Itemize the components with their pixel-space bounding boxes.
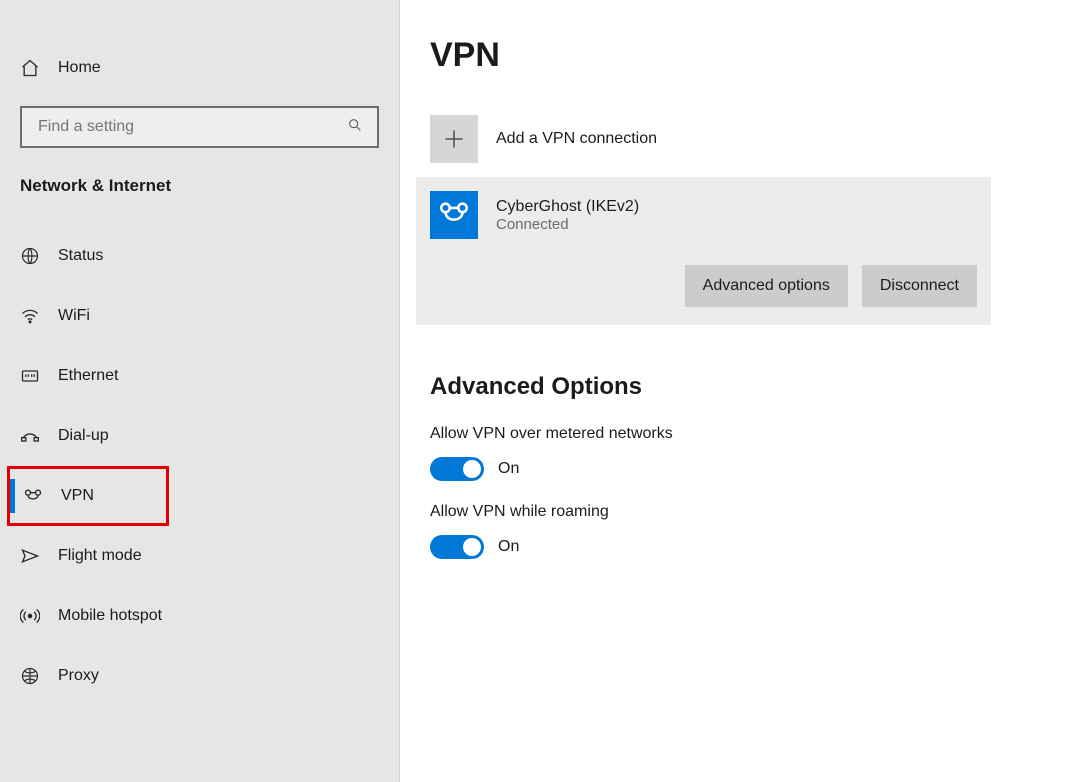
airplane-icon — [20, 546, 40, 566]
metered-toggle[interactable] — [430, 457, 484, 481]
sidebar-item-ethernet[interactable]: Ethernet — [0, 346, 399, 406]
sidebar-item-wifi[interactable]: WiFi — [0, 286, 399, 346]
sidebar-item-proxy[interactable]: Proxy — [0, 646, 399, 706]
option-metered: Allow VPN over metered networks On — [430, 425, 1054, 481]
wifi-icon — [20, 306, 40, 326]
content: VPN Add a VPN connection CyberGhost (IKE… — [400, 0, 1078, 782]
sidebar-item-label: Ethernet — [58, 367, 118, 385]
metered-toggle-state: On — [498, 460, 519, 478]
search-icon — [347, 117, 363, 137]
sidebar: Home Network & Internet Status — [0, 0, 400, 782]
sidebar-item-label: Mobile hotspot — [58, 607, 162, 625]
sidebar-item-label: Dial-up — [58, 427, 109, 445]
ethernet-icon — [20, 366, 40, 386]
vpn-connection-card[interactable]: CyberGhost (IKEv2) Connected Advanced op… — [416, 177, 991, 325]
sidebar-item-label: Flight mode — [58, 547, 142, 565]
plus-icon — [430, 115, 478, 163]
page-title: VPN — [430, 36, 1054, 75]
add-vpn-label: Add a VPN connection — [496, 130, 657, 148]
vpn-connection-status: Connected — [496, 216, 639, 233]
sidebar-item-label: Status — [58, 247, 103, 265]
disconnect-button[interactable]: Disconnect — [862, 265, 977, 307]
vpn-icon — [23, 486, 43, 506]
sidebar-item-status[interactable]: Status — [0, 226, 399, 286]
option-roaming-label: Allow VPN while roaming — [430, 503, 1054, 521]
advanced-options-button[interactable]: Advanced options — [685, 265, 848, 307]
add-vpn-button[interactable]: Add a VPN connection — [416, 115, 1054, 163]
globe-icon — [20, 246, 40, 266]
vpn-connection-icon — [430, 191, 478, 239]
nav-list: Status WiFi Ethernet — [20, 226, 379, 706]
sidebar-item-label: WiFi — [58, 307, 90, 325]
dialup-icon — [20, 426, 40, 446]
sidebar-item-mobile-hotspot[interactable]: Mobile hotspot — [0, 586, 399, 646]
vpn-connection-name: CyberGhost (IKEv2) — [496, 198, 639, 216]
home-label: Home — [58, 59, 101, 77]
roaming-toggle[interactable] — [430, 535, 484, 559]
option-metered-label: Allow VPN over metered networks — [430, 425, 1054, 443]
home-button[interactable]: Home — [20, 48, 379, 88]
sidebar-item-vpn[interactable]: VPN — [7, 466, 169, 526]
proxy-icon — [20, 666, 40, 686]
sidebar-item-label: Proxy — [58, 667, 99, 685]
option-roaming: Allow VPN while roaming On — [430, 503, 1054, 559]
sidebar-item-flight-mode[interactable]: Flight mode — [0, 526, 399, 586]
search-box[interactable] — [20, 106, 379, 148]
search-input[interactable] — [36, 117, 347, 137]
sidebar-item-dialup[interactable]: Dial-up — [0, 406, 399, 466]
advanced-options-header: Advanced Options — [430, 373, 1054, 401]
category-header: Network & Internet — [20, 176, 379, 196]
roaming-toggle-state: On — [498, 538, 519, 556]
hotspot-icon — [20, 606, 40, 626]
home-icon — [20, 58, 40, 78]
sidebar-item-label: VPN — [61, 487, 94, 505]
